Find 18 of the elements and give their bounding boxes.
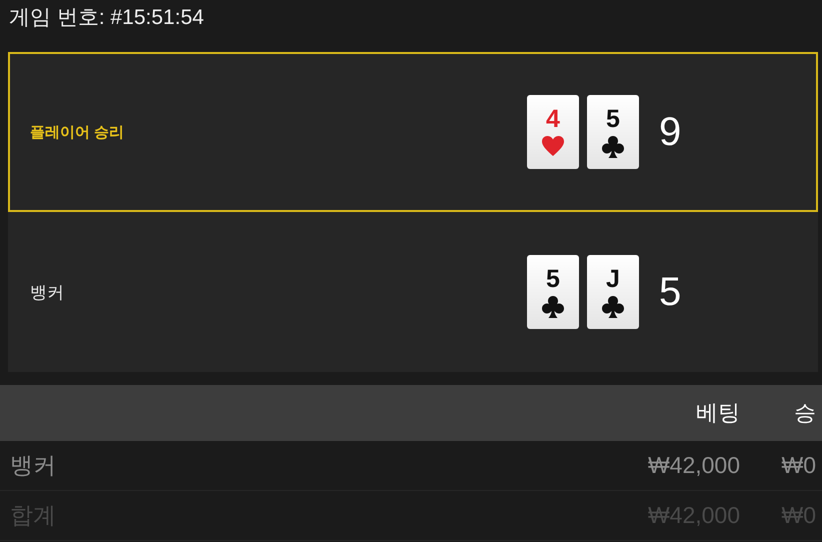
hand-score: 9 [659,110,682,154]
playing-card: 5 [527,255,579,329]
table-cell-text: 뱅커 [9,451,57,480]
hand-label: 뱅커 [30,282,65,304]
club-icon [601,135,625,159]
club-icon [541,295,565,319]
game-number-title: 게임 번호: #15:51:54 [8,5,205,31]
playing-card: 5 [587,95,639,169]
table-cell-text: ₩42,000 [646,452,740,479]
column-header: 승 [793,399,817,427]
playing-card: 4 [527,95,579,169]
hand-score: 5 [659,270,682,314]
table-cell-text: ₩0 [780,452,817,479]
heart-icon [541,135,565,159]
hand-label: 플레이어 승리 [30,122,126,142]
column-header: 베팅 [695,399,740,427]
club-icon [601,295,625,319]
playing-card: J [587,255,639,329]
